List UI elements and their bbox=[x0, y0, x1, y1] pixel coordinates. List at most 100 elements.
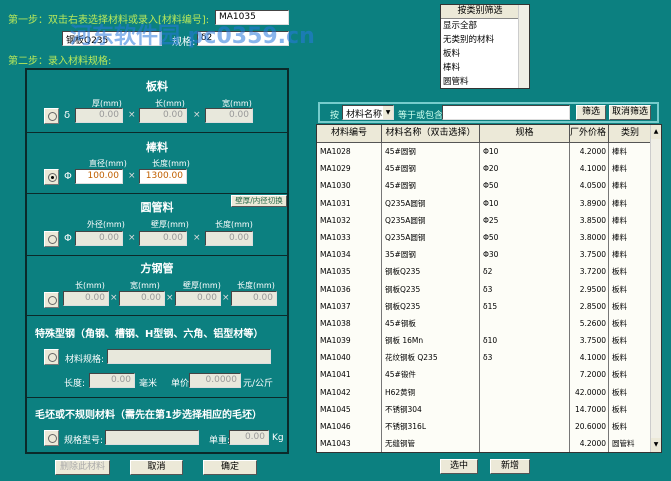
square-wall-input[interactable]: 0.00 bbox=[175, 291, 221, 306]
scroll-down-icon[interactable]: ▼ bbox=[651, 438, 661, 452]
table-row[interactable]: MA1040 花纹钢板 Q235 δ3 4.1000 板料 bbox=[317, 349, 661, 367]
cell-category: 棒料 bbox=[609, 160, 652, 178]
table-row[interactable]: MA1039 钢板 16Mn δ10 3.7500 板料 bbox=[317, 332, 661, 350]
square-width-input[interactable]: 0.00 bbox=[119, 291, 165, 306]
category-item[interactable]: 板料 bbox=[441, 47, 529, 61]
table-row[interactable]: MA1035 钢板Q235 δ2 3.7200 板料 bbox=[317, 263, 661, 281]
blank-model-input[interactable] bbox=[105, 430, 199, 445]
cell-name: 钢板 16Mn bbox=[382, 332, 480, 350]
clear-filter-button[interactable]: 取消筛选 bbox=[609, 105, 651, 120]
category-filter-list[interactable]: 按类别筛选 显示全部无类别的材料板料棒料圆管料方钢管 bbox=[440, 4, 530, 89]
category-item[interactable]: 显示全部 bbox=[441, 19, 529, 33]
table-row[interactable]: MA1042 H62黄铜 42.0000 板料 bbox=[317, 383, 661, 401]
cell-price: 20.6000 bbox=[570, 418, 609, 436]
special-spec-input[interactable] bbox=[107, 349, 271, 364]
bar-length-input[interactable]: 1300.00 bbox=[139, 169, 187, 184]
cell-price: 14.7000 bbox=[570, 400, 609, 418]
col-code[interactable]: 材料编号 bbox=[317, 125, 382, 142]
table-row[interactable]: MA1029 45#圆钢 Φ20 4.1000 棒料 bbox=[317, 160, 661, 178]
kg-unit: Kg bbox=[272, 433, 284, 443]
add-button[interactable]: 新增 bbox=[490, 459, 530, 474]
cell-spec: Φ25 bbox=[480, 211, 570, 229]
square-title: 方钢管 bbox=[140, 262, 174, 275]
cell-category: 棒料 bbox=[609, 143, 652, 161]
cell-code: MA1045 bbox=[317, 400, 382, 418]
cell-name: 45#圆钢 bbox=[382, 143, 480, 161]
filter-button[interactable]: 筛选 bbox=[576, 105, 606, 120]
cell-code: MA1042 bbox=[317, 383, 382, 401]
table-row[interactable]: MA1037 钢板Q235 δ15 2.8500 板料 bbox=[317, 297, 661, 315]
cell-code: MA1040 bbox=[317, 349, 382, 367]
cell-code: MA1029 bbox=[317, 160, 382, 178]
plate-width-input[interactable]: 0.00 bbox=[205, 108, 253, 123]
table-row[interactable]: MA1038 45#钢板 5.2600 板料 bbox=[317, 314, 661, 333]
special-radio[interactable] bbox=[44, 349, 59, 365]
square-total-length-input[interactable]: 0.00 bbox=[231, 291, 277, 306]
cell-price: 4.0500 bbox=[570, 177, 609, 195]
table-row[interactable]: MA1043 无缝钢管 4.2000 圆管料 bbox=[317, 435, 661, 452]
diameter-label: 直径(mm) bbox=[89, 159, 127, 168]
cell-price: 4.2000 bbox=[570, 143, 609, 161]
delete-material-button[interactable]: 删除此材料 bbox=[55, 460, 110, 475]
special-length-input[interactable]: 0.00 bbox=[89, 373, 135, 388]
wall-inner-toggle-button[interactable]: 壁厚/内径切换 bbox=[231, 195, 287, 207]
bar-title: 棒料 bbox=[146, 141, 168, 154]
table-row[interactable]: MA1033 Q235A圆钢 Φ50 3.8000 棒料 bbox=[317, 228, 661, 247]
cell-price: 2.9500 bbox=[570, 280, 609, 298]
operator-label: 等于或包含 bbox=[398, 111, 444, 121]
table-scrollbar[interactable]: ▲ ▼ bbox=[650, 125, 661, 452]
wall-label: 壁厚(mm) bbox=[183, 281, 221, 290]
table-row[interactable]: MA1041 45#锻件 7.2000 板料 bbox=[317, 366, 661, 384]
category-item[interactable]: 无类别的材料 bbox=[441, 33, 529, 47]
cancel-button[interactable]: 取消 bbox=[130, 460, 183, 475]
select-button[interactable]: 选中 bbox=[440, 459, 478, 474]
table-row[interactable]: MA1031 Q235A圆钢 Φ10 3.8900 棒料 bbox=[317, 194, 661, 212]
blank-weight-input[interactable]: 0.00 bbox=[229, 430, 269, 445]
table-row[interactable]: MA1030 45#圆钢 Φ50 4.0500 棒料 bbox=[317, 177, 661, 195]
bar-radio[interactable] bbox=[44, 169, 59, 185]
cell-category: 棒料 bbox=[609, 177, 652, 195]
category-item[interactable]: 圆管料 bbox=[441, 75, 529, 88]
scroll-up-icon[interactable]: ▲ bbox=[651, 125, 661, 139]
tube-wall-input[interactable]: 0.00 bbox=[139, 231, 187, 246]
square-length-input[interactable]: 0.00 bbox=[63, 291, 109, 306]
table-row[interactable]: MA1028 45#圆钢 Φ10 4.2000 棒料 bbox=[317, 143, 661, 161]
ok-button[interactable]: 确定 bbox=[203, 460, 257, 475]
special-price-input[interactable]: 0.0000 bbox=[189, 373, 241, 388]
square-section: 方钢管 长(mm) 宽(mm) 壁厚(mm) 长度(mm) 0.00 × 0.0… bbox=[27, 256, 287, 316]
cell-name: 35#圆钢 bbox=[382, 246, 480, 264]
cell-name: H62黄铜 bbox=[382, 383, 480, 401]
cell-category: 棒料 bbox=[609, 246, 652, 264]
table-row[interactable]: MA1036 钢板Q235 δ3 2.9500 板料 bbox=[317, 280, 661, 298]
col-price[interactable]: 厂外价格 bbox=[570, 125, 609, 142]
table-row[interactable]: MA1032 Q235A圆钢 Φ25 3.8500 棒料 bbox=[317, 211, 661, 229]
bar-section: 棒料 Φ 直径(mm) 长度(mm) 100.00 × 1300.00 bbox=[27, 133, 287, 194]
cell-price: 4.2000 bbox=[570, 435, 609, 452]
outer-diameter-label: 外径(mm) bbox=[87, 220, 125, 229]
cell-name: 无缝钢管 bbox=[382, 435, 480, 452]
cell-spec bbox=[480, 418, 570, 436]
filter-field-select[interactable]: 材料名称 ▼ bbox=[342, 105, 394, 120]
tube-outer-input[interactable]: 0.00 bbox=[75, 231, 123, 246]
filter-field-value: 材料名称 bbox=[346, 110, 383, 120]
category-scrollbar[interactable] bbox=[518, 5, 529, 88]
col-spec[interactable]: 规格 bbox=[480, 125, 570, 142]
blank-radio[interactable] bbox=[44, 430, 59, 446]
table-row[interactable]: MA1045 不锈钢304 14.7000 板料 bbox=[317, 400, 661, 418]
table-row[interactable]: MA1034 35#圆钢 Φ30 3.7500 棒料 bbox=[317, 246, 661, 264]
plate-radio[interactable] bbox=[44, 108, 59, 124]
filter-value-input[interactable] bbox=[442, 105, 570, 120]
cell-spec bbox=[480, 435, 570, 452]
bar-diameter-input[interactable]: 100.00 bbox=[75, 169, 123, 184]
square-radio[interactable] bbox=[44, 292, 59, 308]
table-row[interactable]: MA1046 不锈钢316L 20.6000 板料 bbox=[317, 418, 661, 436]
tube-radio[interactable] bbox=[44, 231, 59, 247]
tube-length-input[interactable]: 0.00 bbox=[205, 231, 253, 246]
plate-thickness-input[interactable]: 0.00 bbox=[75, 108, 123, 123]
cell-spec: δ10 bbox=[480, 332, 570, 350]
col-name[interactable]: 材料名称（双击选择） bbox=[382, 125, 480, 142]
category-item[interactable]: 棒料 bbox=[441, 61, 529, 75]
col-category[interactable]: 类别 bbox=[609, 125, 652, 142]
cell-code: MA1041 bbox=[317, 366, 382, 384]
plate-length-input[interactable]: 0.00 bbox=[139, 108, 187, 123]
